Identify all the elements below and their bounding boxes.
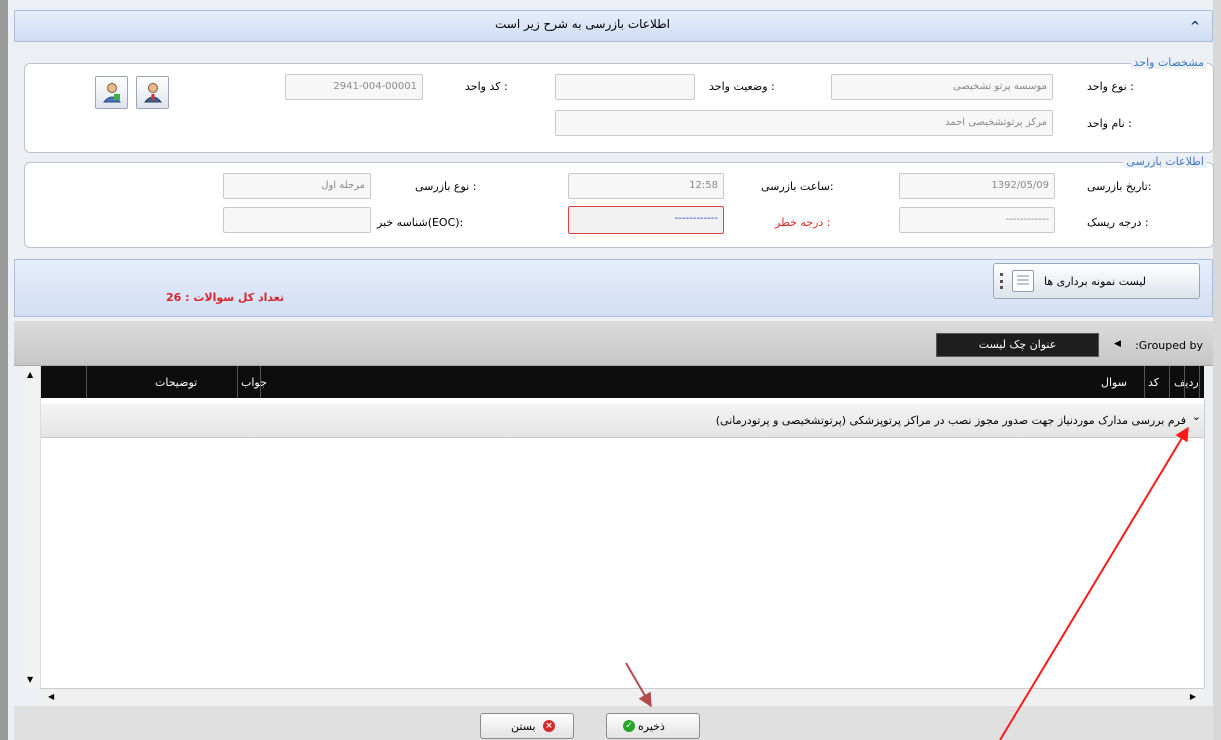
save-label: ذخیره (638, 720, 665, 733)
unit-name-field[interactable]: مرکز پرتوتشخیصی احمد (555, 110, 1053, 136)
scroll-up-icon[interactable]: ▲ (27, 370, 33, 379)
inspection-date-field[interactable]: 1392/05/09 (899, 173, 1055, 199)
inspection-info-group: اطلاعات بازرسی تاریخ بازرسی: 1392/05/09 … (24, 155, 1214, 248)
left-edge (0, 0, 8, 740)
unit-info-legend: مشخصات واحد (1130, 56, 1207, 69)
risk-level-label: درجه ریسک : (1087, 216, 1149, 229)
grid-header: ردیف کد سوال جواب توضیحات (24, 366, 1204, 398)
group-chip-checklist-title[interactable]: عنوان چک لیست (936, 333, 1099, 357)
close-icon: × (543, 720, 555, 732)
inspection-type-label: نوع بازرسی : (415, 180, 477, 193)
inspection-date-label: تاریخ بازرسی: (1087, 180, 1152, 193)
inspection-info-legend: اطلاعات بازرسی (1123, 155, 1207, 168)
question-count-bar: تعداد کل سوالات : 26 لیست نمونه برداری ه… (14, 259, 1213, 317)
group-by-bar: :Grouped by ◀ عنوان چک لیست (14, 321, 1213, 366)
column-answer[interactable]: جواب (241, 376, 267, 389)
danger-level-field[interactable]: ------------ (568, 206, 724, 234)
close-label: بستن (511, 720, 536, 733)
grid-body (24, 398, 1205, 688)
unit-status-label: وضعیت واحد : (709, 80, 775, 93)
inspection-time-field[interactable]: 12:58 (568, 173, 724, 199)
person-search-icon[interactable] (95, 76, 128, 109)
sample-list-label: لیست نمونه برداری ها (1044, 275, 1146, 288)
question-count: تعداد کل سوالات : 26 (166, 291, 285, 304)
scroll-left-icon[interactable]: ◀ (48, 692, 54, 701)
column-row-number[interactable]: ردیف (1174, 376, 1199, 389)
footer-bar: ✓ ذخیره × بستن (14, 706, 1213, 740)
save-button[interactable]: ✓ ذخیره (606, 713, 700, 739)
group-row-title: فرم بررسی مدارک موردنیاز جهت صدور مجوز ن… (715, 414, 1186, 427)
caret-left-icon: ◀ (1114, 339, 1121, 349)
column-notes[interactable]: توضیحات (155, 376, 197, 389)
chevron-up-icon[interactable]: ^ (1188, 19, 1202, 33)
grouped-by-label: :Grouped by (1135, 339, 1203, 352)
person-info-icon[interactable] (136, 76, 169, 109)
drag-grip-icon (1000, 273, 1006, 289)
scroll-right-icon[interactable]: ▶ (1190, 692, 1196, 701)
header-bar: اطلاعات بازرسی به شرح زیر است ^ (14, 10, 1213, 42)
chevron-down-icon[interactable]: ⌄ (1192, 410, 1201, 423)
inspection-type-field[interactable]: مرحله اول (223, 173, 371, 199)
unit-type-label: نوع واحد : (1087, 80, 1134, 93)
danger-level-label: درجه خطر : (775, 216, 831, 229)
close-button[interactable]: × بستن (480, 713, 574, 739)
unit-info-group: مشخصات واحد نوع واحد : موسسه پرتو تشخیصی… (24, 56, 1214, 153)
column-question[interactable]: سوال (1101, 376, 1127, 389)
scroll-down-icon[interactable]: ▼ (27, 675, 33, 684)
vertical-scrollbar[interactable]: ▲ ▼ (24, 366, 41, 688)
unit-status-field[interactable] (555, 74, 695, 100)
risk-level-field[interactable]: ------------ (899, 207, 1055, 233)
unit-name-label: نام واحد : (1087, 117, 1132, 130)
eoc-id-field[interactable] (223, 207, 371, 233)
horizontal-scrollbar[interactable]: ◀ ▶ (40, 688, 1204, 707)
header-title: اطلاعات بازرسی به شرح زیر است (495, 17, 670, 31)
list-icon (1012, 270, 1034, 292)
column-code[interactable]: کد (1148, 376, 1159, 389)
right-edge (1213, 0, 1221, 740)
unit-code-field[interactable]: 2941-004-00001 (285, 74, 423, 100)
eoc-id-label: شناسه خبر(EOC): (377, 216, 464, 229)
unit-type-field[interactable]: موسسه پرتو تشخیصی (831, 74, 1053, 100)
inspection-time-label: ساعت بازرسی: (761, 180, 834, 193)
grid-group-row[interactable]: فرم بررسی مدارک موردنیاز جهت صدور مجوز ن… (40, 404, 1204, 438)
check-icon: ✓ (623, 720, 635, 732)
sample-list-button[interactable]: لیست نمونه برداری ها (993, 263, 1200, 299)
unit-code-label: کد واحد : (465, 80, 508, 93)
